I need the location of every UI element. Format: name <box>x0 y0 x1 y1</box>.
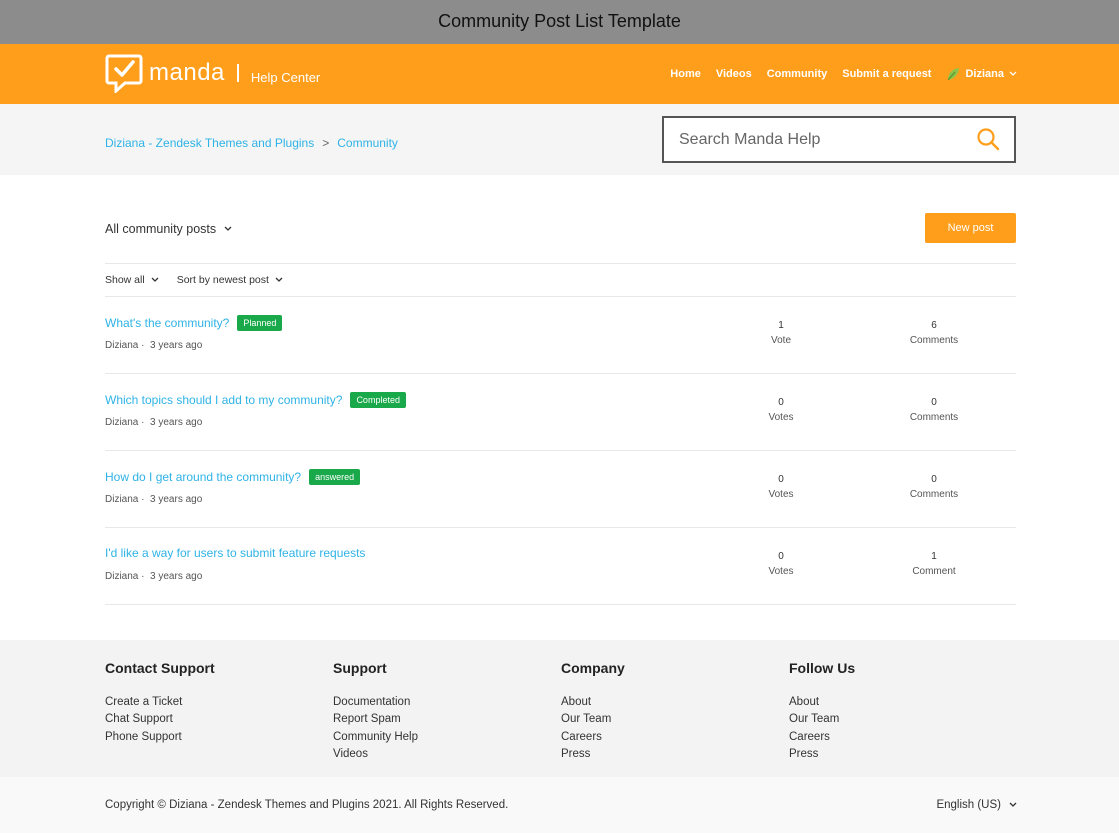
search-band: Diziana - Zendesk Themes and Plugins > C… <box>0 104 1119 175</box>
footer-column-follow: Follow Us About Our Team Careers Press <box>789 660 1009 763</box>
footer-link[interactable]: Videos <box>333 746 553 763</box>
chevron-down-icon <box>151 277 159 282</box>
site-header: manda Help Center Home Videos Community … <box>0 44 1119 104</box>
show-filter[interactable]: Show all <box>105 274 159 286</box>
breadcrumb-item-home[interactable]: Diziana - Zendesk Themes and Plugins <box>105 136 314 150</box>
vote-count: 1 Vote <box>770 320 792 346</box>
footer-link[interactable]: About <box>789 694 1009 711</box>
user-menu[interactable]: Diziana <box>946 67 1017 81</box>
topic-filter-label: All community posts <box>105 222 217 236</box>
main-nav: Home Videos Community Submit a request D… <box>670 44 1017 104</box>
footer-link[interactable]: About <box>561 694 781 711</box>
comment-count: 1 Comment <box>912 551 956 577</box>
vote-count: 0 Votes <box>768 474 794 500</box>
list-item: I'd like a way for users to submit featu… <box>105 528 1016 605</box>
site-footer: Contact Support Create a Ticket Chat Sup… <box>0 640 1119 777</box>
list-item: How do I get around the community? answe… <box>105 451 1016 528</box>
comment-count: 0 Comments <box>909 397 959 423</box>
post-meta: Diziana · 3 years ago <box>105 417 203 428</box>
new-post-button[interactable]: New post <box>925 213 1016 243</box>
logo-text: manda <box>149 59 225 86</box>
footer-heading: Follow Us <box>789 660 856 676</box>
footer-heading: Contact Support <box>105 660 215 676</box>
footer-link[interactable]: Phone Support <box>105 729 325 746</box>
vote-count: 0 Votes <box>768 551 794 577</box>
nav-videos[interactable]: Videos <box>716 68 752 80</box>
breadcrumb: Diziana - Zendesk Themes and Plugins > C… <box>105 136 398 150</box>
footer-link[interactable]: Our Team <box>789 711 1009 728</box>
footer-link[interactable]: Careers <box>789 729 1009 746</box>
chevron-down-icon <box>1009 71 1017 76</box>
chevron-down-icon <box>224 226 232 231</box>
list-item: Which topics should I add to my communit… <box>105 374 1016 451</box>
footer-link[interactable]: Report Spam <box>333 711 553 728</box>
footer-bottom-bar: Copyright © Diziana - Zendesk Themes and… <box>0 777 1119 833</box>
footer-heading: Company <box>561 660 625 676</box>
post-title-link[interactable]: Which topics should I add to my communit… <box>105 393 342 407</box>
logo[interactable]: manda Help Center <box>105 52 320 94</box>
post-author[interactable]: Diziana <box>105 340 138 351</box>
language-selector[interactable]: English (US) <box>936 799 1017 811</box>
language-label: English (US) <box>936 799 1001 811</box>
logo-subtitle: Help Center <box>250 69 321 85</box>
footer-link[interactable]: Documentation <box>333 694 553 711</box>
post-author[interactable]: Diziana <box>105 417 138 428</box>
post-title-link[interactable]: How do I get around the community? <box>105 470 301 484</box>
post-title-link[interactable]: What's the community? <box>105 316 229 330</box>
comment-count: 0 Comments <box>909 474 959 500</box>
logo-divider <box>236 64 239 82</box>
footer-link[interactable]: Community Help <box>333 729 553 746</box>
chevron-down-icon <box>1009 802 1017 807</box>
divider <box>105 263 1016 264</box>
window-title: Community Post List Template <box>0 0 1119 44</box>
search-box <box>662 116 1016 163</box>
filter-row: All community posts New post <box>105 213 1016 243</box>
topic-filter[interactable]: All community posts <box>105 222 232 236</box>
post-meta: Diziana · 3 years ago <box>105 340 203 351</box>
status-badge: Planned <box>237 315 283 331</box>
copyright: Copyright © Diziana - Zendesk Themes and… <box>105 799 509 811</box>
breadcrumb-item-community[interactable]: Community <box>337 136 398 150</box>
post-age: 3 years ago <box>150 571 203 582</box>
footer-heading: Support <box>333 660 387 676</box>
show-filter-label: Show all <box>105 274 145 286</box>
post-meta: Diziana · 3 years ago <box>105 494 203 505</box>
post-author[interactable]: Diziana <box>105 494 138 505</box>
post-title-link[interactable]: I'd like a way for users to submit featu… <box>105 546 365 560</box>
post-age: 3 years ago <box>150 494 203 505</box>
footer-link[interactable]: Chat Support <box>105 711 325 728</box>
search-input[interactable] <box>664 118 954 161</box>
post-author[interactable]: Diziana <box>105 571 138 582</box>
chevron-down-icon <box>275 277 283 282</box>
status-badge: Completed <box>350 392 406 408</box>
post-meta: Diziana · 3 years ago <box>105 571 203 582</box>
post-age: 3 years ago <box>150 340 203 351</box>
sort-filter-label: Sort by newest post <box>176 274 269 286</box>
footer-column-contact: Contact Support Create a Ticket Chat Sup… <box>105 660 325 746</box>
breadcrumb-separator: > <box>322 136 330 150</box>
user-name: Diziana <box>965 68 1004 80</box>
comment-count: 6 Comments <box>909 320 959 346</box>
nav-community[interactable]: Community <box>767 68 828 80</box>
nav-home[interactable]: Home <box>670 68 701 80</box>
vote-count: 0 Votes <box>768 397 794 423</box>
sort-filter[interactable]: Sort by newest post <box>177 274 283 286</box>
footer-link[interactable]: Create a Ticket <box>105 694 325 711</box>
manda-logo-icon <box>105 54 143 93</box>
list-item: What's the community? Planned Diziana · … <box>105 297 1016 374</box>
nav-submit-request[interactable]: Submit a request <box>842 68 931 80</box>
footer-link[interactable]: Press <box>789 746 1009 763</box>
post-age: 3 years ago <box>150 417 203 428</box>
footer-link[interactable]: Careers <box>561 729 781 746</box>
footer-column-support: Support Documentation Report Spam Commun… <box>333 660 553 763</box>
leaf-icon <box>948 68 960 81</box>
search-icon[interactable] <box>976 127 1000 151</box>
status-badge: answered <box>309 469 361 485</box>
footer-column-company: Company About Our Team Careers Press <box>561 660 781 763</box>
footer-link[interactable]: Our Team <box>561 711 781 728</box>
footer-link[interactable]: Press <box>561 746 781 763</box>
sort-row: Show all Sort by newest post <box>105 274 283 286</box>
